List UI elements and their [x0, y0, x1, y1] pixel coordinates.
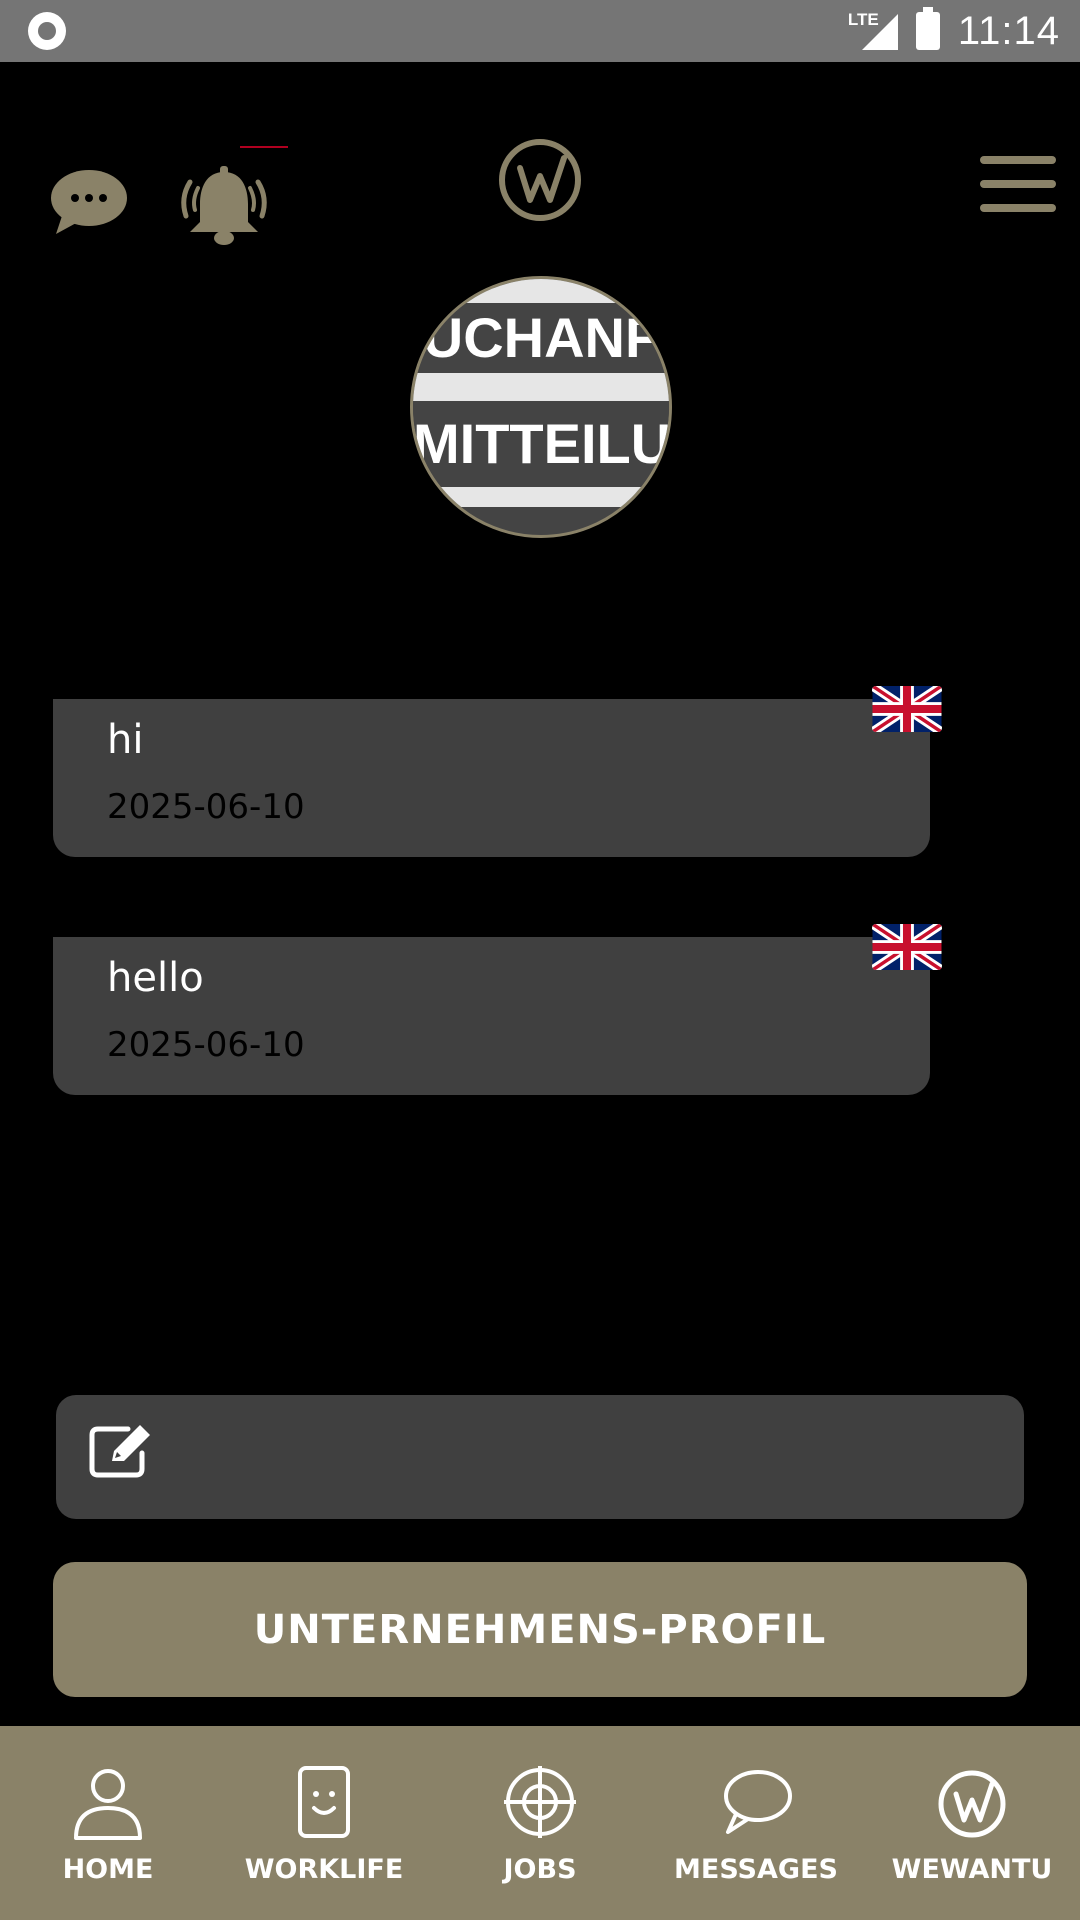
status-indicators: LTE 11:14: [848, 7, 1060, 54]
crosshair-icon: [504, 1766, 576, 1838]
edit-icon[interactable]: [88, 1423, 154, 1483]
battery-icon: [915, 7, 940, 50]
message-card[interactable]: hi 2025-06-10: [53, 699, 930, 857]
bell-icon[interactable]: [176, 166, 272, 254]
speech-bubble-icon: [724, 1770, 792, 1834]
smiley-card-icon: [298, 1766, 350, 1838]
bottom-navigation: HOME WORKLIFE JOBS MESSAGES WEWANTU: [0, 1726, 1080, 1920]
message-card[interactable]: hello 2025-06-10: [53, 937, 930, 1095]
message-title: hi: [107, 717, 144, 763]
avatar-text-line-1: UCHANF: [413, 303, 669, 373]
message-date: 2025-06-10: [107, 787, 305, 827]
wewantu-logo-icon: [938, 1770, 1006, 1838]
nav-label-jobs: JOBS: [503, 1854, 577, 1885]
notification-dot-icon: [28, 12, 66, 50]
uk-flag-icon: [872, 924, 942, 970]
message-date: 2025-06-10: [107, 1025, 305, 1065]
nav-item-messages[interactable]: MESSAGES: [648, 1726, 864, 1920]
nav-item-wewantu[interactable]: WEWANTU: [864, 1726, 1080, 1920]
hamburger-menu-icon[interactable]: [980, 156, 1056, 212]
message-title: hello: [107, 955, 204, 1001]
nav-label-worklife: WORKLIFE: [244, 1854, 404, 1885]
nav-item-home[interactable]: HOME: [0, 1726, 216, 1920]
nav-label-messages: MESSAGES: [674, 1854, 838, 1885]
notification-badge: [240, 146, 288, 148]
nav-item-jobs[interactable]: JOBS: [432, 1726, 648, 1920]
nav-item-worklife[interactable]: WORKLIFE: [216, 1726, 432, 1920]
uk-flag-icon: [872, 686, 942, 732]
signal-icon: LTE: [848, 8, 898, 54]
wewantu-logo-icon[interactable]: [492, 128, 590, 230]
status-time: 11:14: [957, 8, 1060, 53]
nav-label-wewantu: WEWANTU: [891, 1854, 1053, 1885]
company-avatar: UCHANF MITTEILU: [410, 276, 672, 538]
avatar-text-line-2: MITTEILU: [413, 401, 669, 487]
compose-message-field[interactable]: [56, 1395, 1024, 1519]
nav-label-home: HOME: [62, 1854, 154, 1885]
company-profile-button[interactable]: UNTERNEHMENS-PROFIL: [53, 1562, 1027, 1697]
status-bar: LTE 11:14: [0, 0, 1080, 62]
chat-icon[interactable]: [50, 168, 128, 240]
person-icon: [74, 1769, 142, 1840]
